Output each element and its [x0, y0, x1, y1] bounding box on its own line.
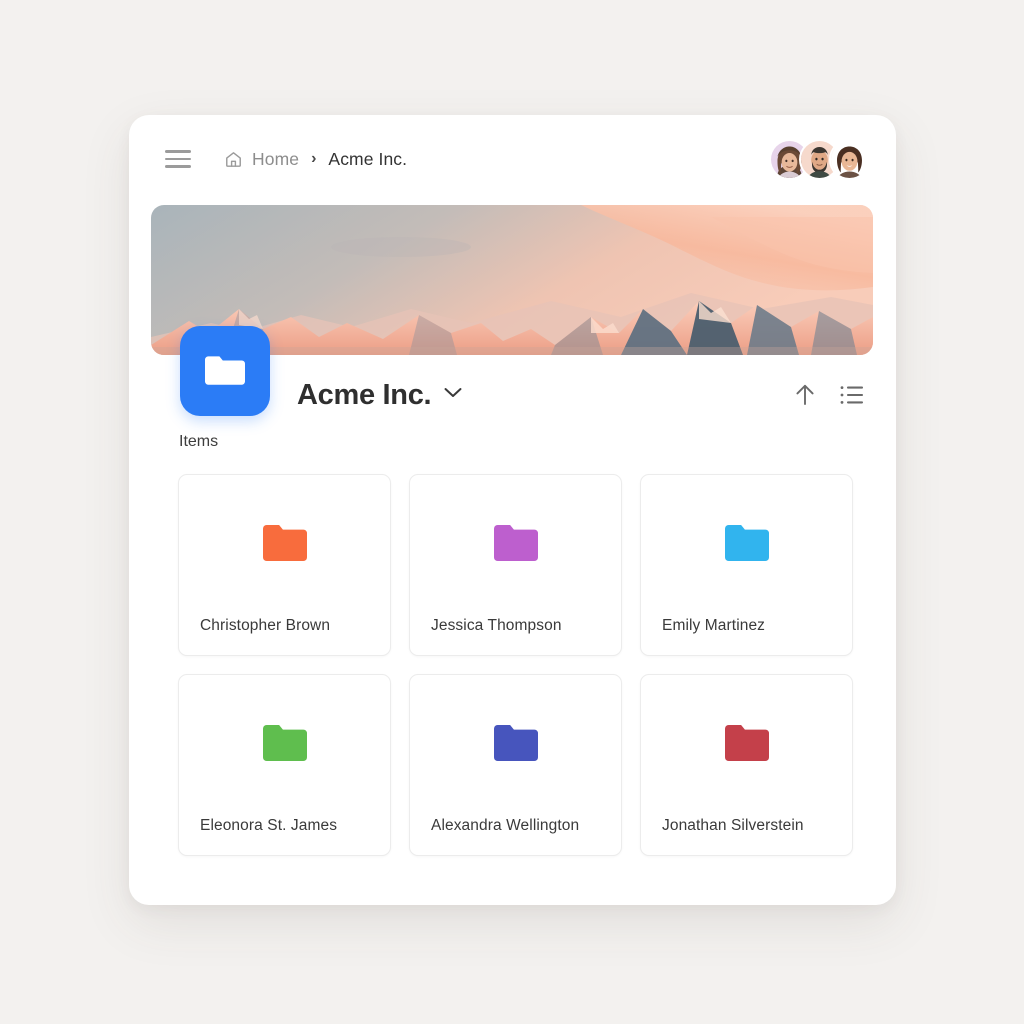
org-title-row: Acme Inc.: [129, 360, 896, 430]
item-label: Christopher Brown: [200, 617, 330, 635]
folder-icon: [725, 525, 769, 561]
item-thumbnail: [179, 475, 390, 611]
item-card[interactable]: Jonathan Silverstein: [640, 674, 853, 856]
items-section-label: Items: [179, 433, 218, 451]
page-title: Acme Inc.: [297, 379, 431, 412]
home-icon[interactable]: [224, 150, 243, 169]
avatar[interactable]: [829, 139, 870, 180]
chevron-down-icon[interactable]: [443, 386, 463, 404]
folder-icon: [263, 525, 307, 561]
item-card[interactable]: Alexandra Wellington: [409, 674, 622, 856]
hamburger-menu-icon[interactable]: [165, 150, 191, 168]
hamburger-line: [165, 165, 191, 168]
hamburger-line: [165, 150, 191, 153]
hamburger-line: [165, 158, 191, 161]
item-thumbnail: [179, 675, 390, 811]
title-actions: [794, 383, 864, 407]
item-thumbnail: [641, 475, 852, 611]
page-background: Home › Acme Inc.: [0, 0, 1024, 1024]
view-list-button[interactable]: [840, 385, 864, 405]
app-window: Home › Acme Inc.: [129, 115, 896, 905]
item-card[interactable]: Emily Martinez: [640, 474, 853, 656]
top-bar: Home › Acme Inc.: [129, 115, 896, 203]
item-card[interactable]: Jessica Thompson: [409, 474, 622, 656]
item-label: Alexandra Wellington: [431, 817, 579, 835]
breadcrumb: Home › Acme Inc.: [224, 149, 407, 170]
breadcrumb-separator: ›: [311, 150, 316, 168]
folder-icon: [725, 725, 769, 761]
item-label: Jonathan Silverstein: [662, 817, 804, 835]
item-label: Jessica Thompson: [431, 617, 562, 635]
item-thumbnail: [410, 675, 621, 811]
upload-button[interactable]: [794, 383, 816, 407]
folder-icon: [494, 725, 538, 761]
item-thumbnail: [641, 675, 852, 811]
folder-icon: [263, 725, 307, 761]
item-thumbnail: [410, 475, 621, 611]
breadcrumb-current: Acme Inc.: [328, 149, 407, 170]
breadcrumb-home-link[interactable]: Home: [252, 149, 299, 170]
item-card[interactable]: Eleonora St. James: [178, 674, 391, 856]
items-grid: Christopher Brown Jessica Thompson Emily…: [178, 474, 853, 856]
folder-icon: [494, 525, 538, 561]
item-card[interactable]: Christopher Brown: [178, 474, 391, 656]
avatar-stack: [769, 139, 870, 180]
item-label: Emily Martinez: [662, 617, 765, 635]
item-label: Eleonora St. James: [200, 817, 337, 835]
